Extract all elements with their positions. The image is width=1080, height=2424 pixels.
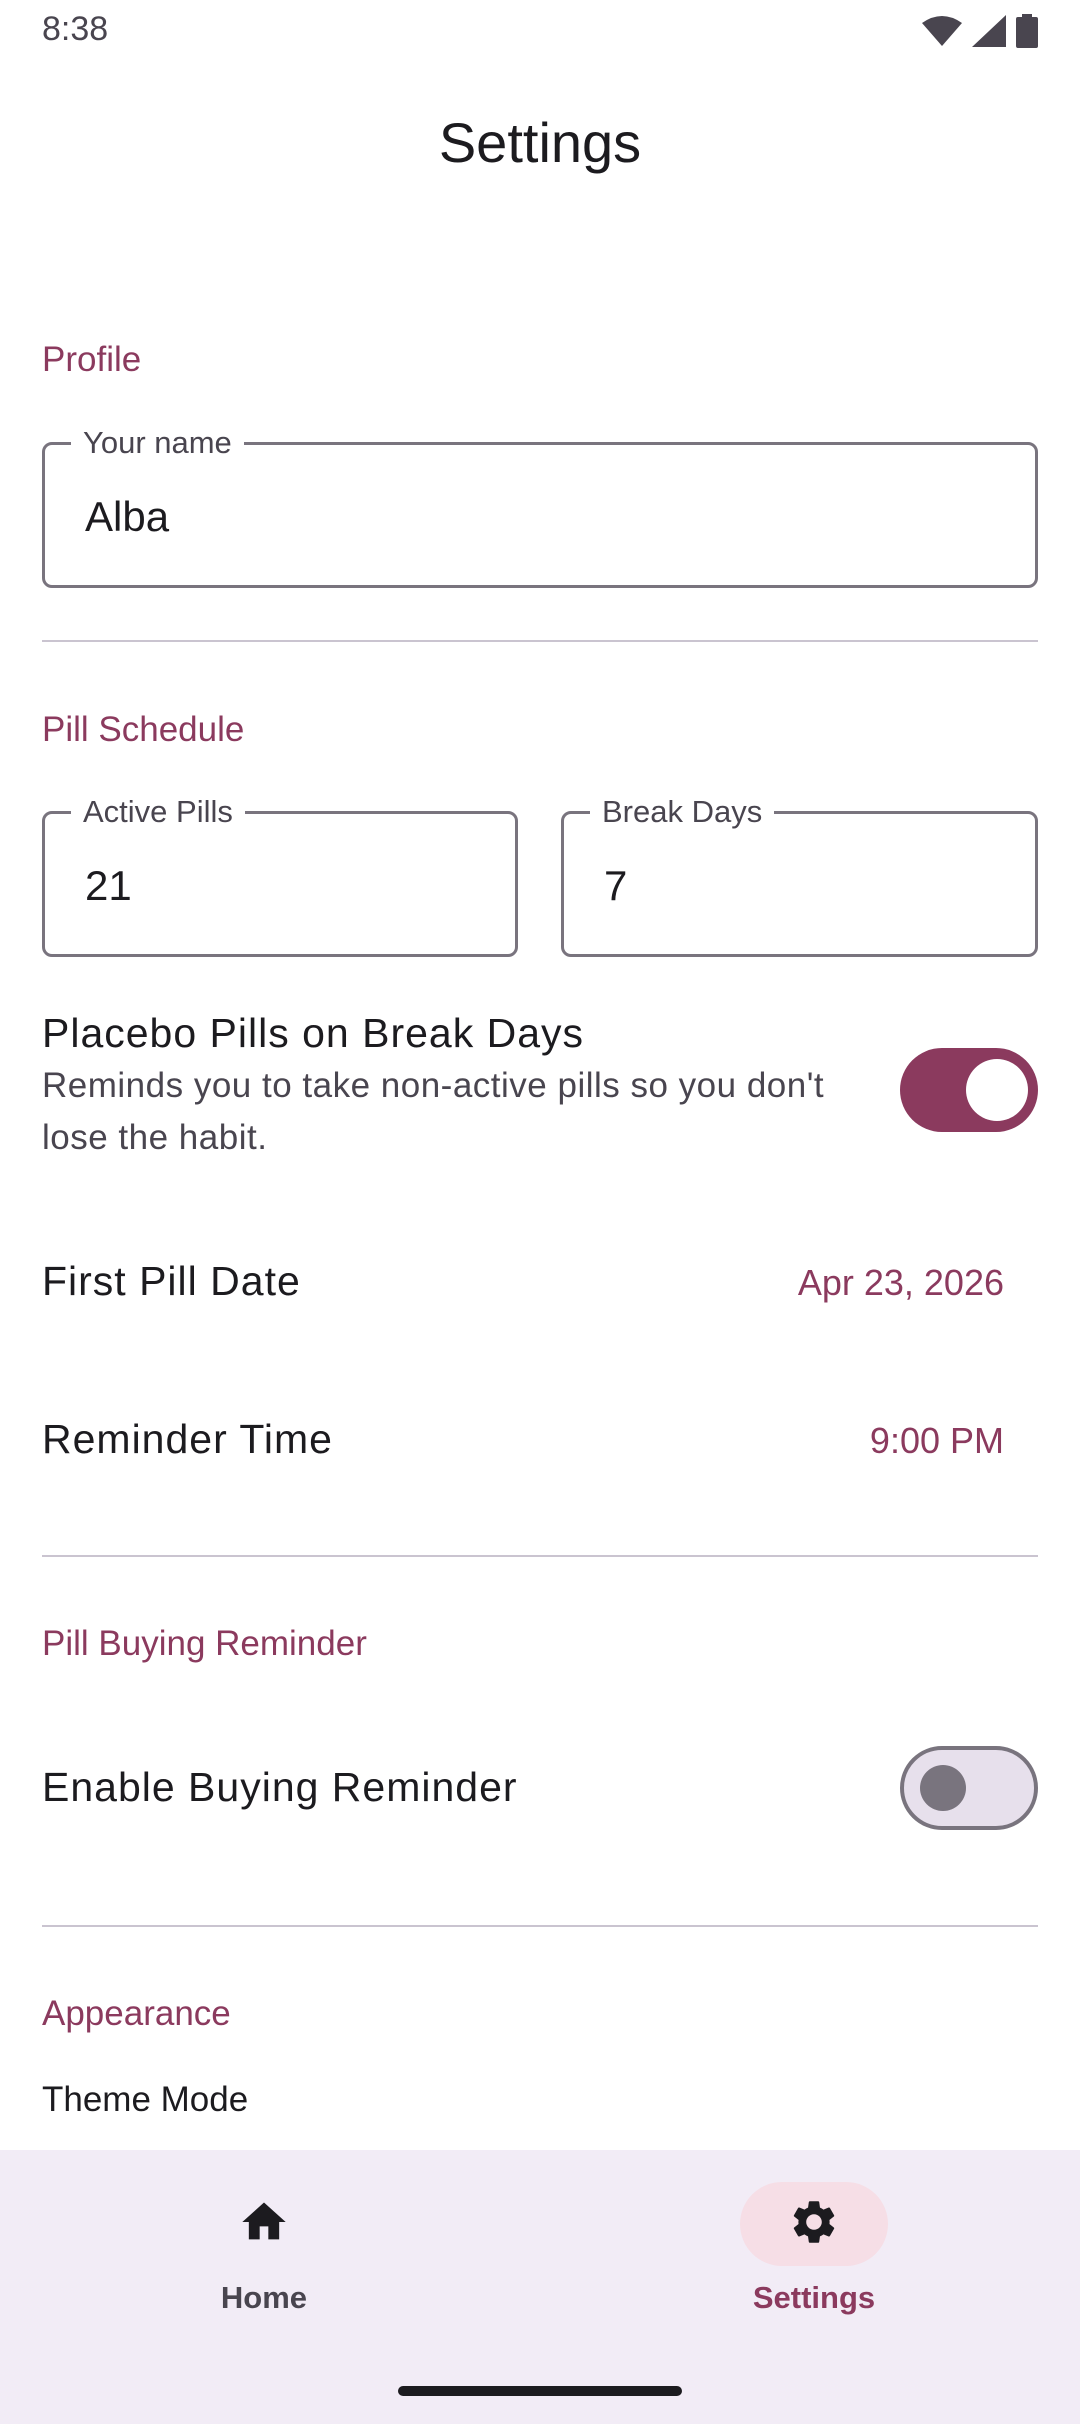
break-days-label: Break Days xyxy=(590,792,775,832)
cellular-signal-icon xyxy=(972,15,1006,47)
gesture-navigation-bar[interactable] xyxy=(398,2386,682,2396)
nav-item-home[interactable]: Home xyxy=(114,2182,414,2316)
first-pill-date-value[interactable]: Apr 23, 2026 xyxy=(798,1262,1004,1304)
section-title-buying-reminder: Pill Buying Reminder xyxy=(42,1624,367,1663)
name-field[interactable]: Your name Alba xyxy=(42,423,1038,588)
placebo-toggle[interactable] xyxy=(900,1048,1038,1132)
reminder-time-label: Reminder Time xyxy=(42,1416,333,1462)
page-title: Settings xyxy=(438,111,642,174)
active-pills-field[interactable]: Active Pills 21 xyxy=(42,792,518,957)
switch-thumb xyxy=(920,1765,966,1811)
home-icon xyxy=(238,2196,290,2253)
break-days-value: 7 xyxy=(604,862,628,909)
placebo-setting-title: Placebo Pills on Break Days xyxy=(42,1010,585,1056)
switch-thumb xyxy=(966,1059,1028,1121)
divider xyxy=(42,1555,1038,1557)
bottom-navigation: Home Settings xyxy=(0,2150,1080,2424)
gear-icon xyxy=(788,2196,840,2253)
wifi-icon xyxy=(922,15,962,47)
active-pills-label: Active Pills xyxy=(71,792,245,832)
name-field-label: Your name xyxy=(71,423,244,463)
nav-label-settings: Settings xyxy=(752,2280,876,2315)
active-pills-value: 21 xyxy=(85,862,132,909)
reminder-time-value[interactable]: 9:00 PM xyxy=(870,1420,1004,1462)
buying-reminder-label: Enable Buying Reminder xyxy=(42,1764,518,1810)
nav-indicator xyxy=(740,2182,888,2266)
buying-reminder-toggle[interactable] xyxy=(900,1746,1038,1830)
break-days-field[interactable]: Break Days 7 xyxy=(561,792,1038,957)
placebo-setting-description: Reminds you to take non-active pills so … xyxy=(42,1066,825,1157)
section-title-pill-schedule: Pill Schedule xyxy=(42,710,245,749)
battery-icon xyxy=(1016,14,1038,48)
name-field-value: Alba xyxy=(85,493,170,540)
divider xyxy=(42,640,1038,642)
nav-item-settings[interactable]: Settings xyxy=(664,2182,964,2316)
section-title-profile: Profile xyxy=(42,340,142,379)
nav-indicator xyxy=(190,2182,338,2266)
status-time: 8:38 xyxy=(42,10,109,48)
divider xyxy=(42,1925,1038,1927)
theme-mode-label: Theme Mode xyxy=(42,2080,249,2119)
nav-label-home: Home xyxy=(220,2280,308,2315)
section-title-appearance: Appearance xyxy=(42,1994,231,2033)
first-pill-date-label: First Pill Date xyxy=(42,1258,301,1304)
status-bar: 8:38 xyxy=(0,0,1080,62)
status-icons xyxy=(922,14,1038,48)
